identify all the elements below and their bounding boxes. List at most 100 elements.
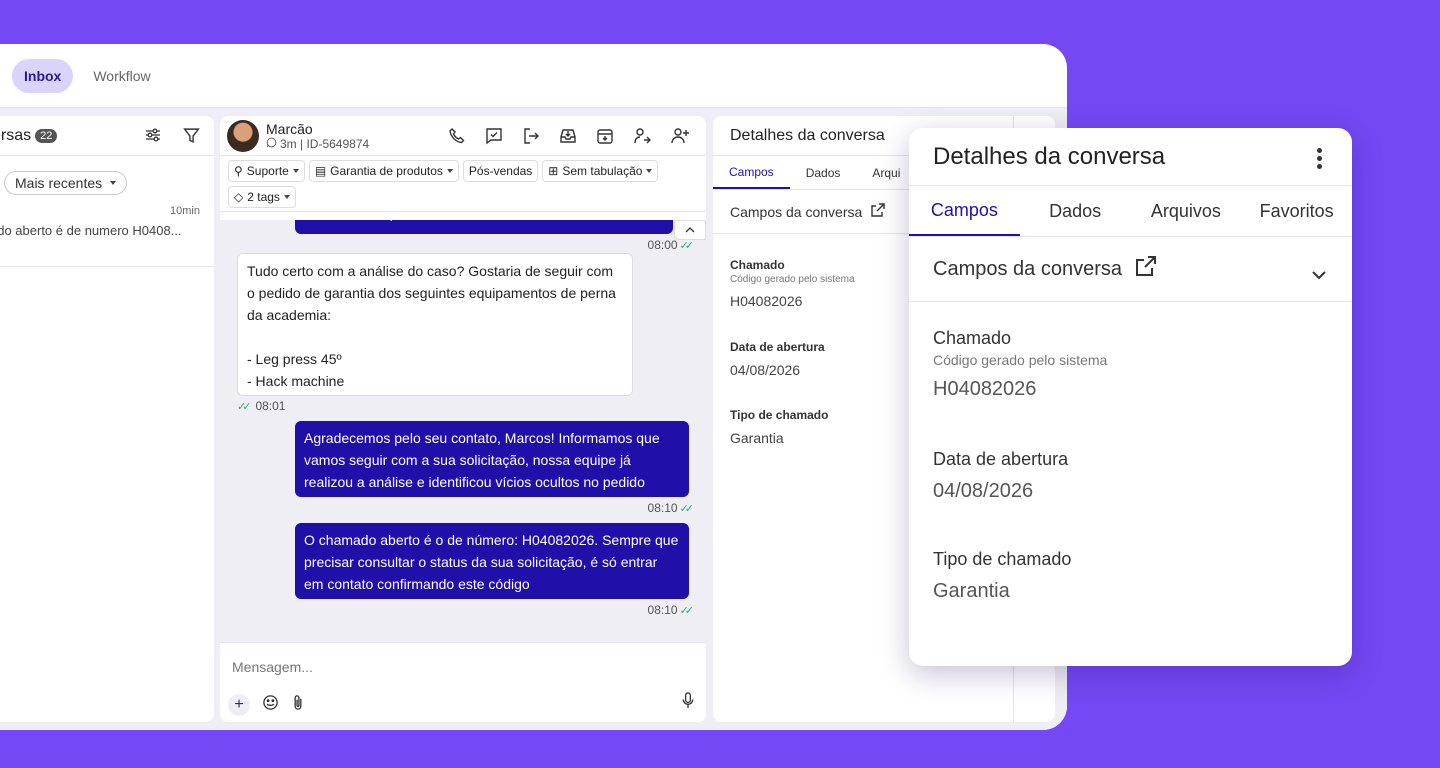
scroll-up-button[interactable] — [674, 220, 706, 240]
chevron-down-icon[interactable] — [1312, 263, 1326, 286]
sort-dropdown[interactable]: Mais recentes — [4, 171, 128, 195]
chat-header: Marcão 3m | ID-5649874 — [220, 116, 706, 156]
time-label: 08:10 — [647, 603, 678, 617]
grid-icon: ⊞ — [548, 164, 559, 178]
read-check-icon: ✓✓ — [679, 502, 695, 515]
archive-icon[interactable] — [596, 127, 614, 150]
message-bubble: Bom dia, campeão! — [295, 220, 673, 234]
more-options-icon[interactable] — [1317, 148, 1322, 169]
card-header: Detalhes da conversa — [909, 128, 1352, 186]
tag-icon: ◇ — [234, 190, 244, 204]
tab-arquivos[interactable]: Arquivos — [1131, 186, 1242, 236]
chevron-down-icon — [110, 181, 117, 185]
field-data-abertura: Data de abertura 04/08/2026 — [730, 340, 825, 378]
field-value: Garantia — [730, 430, 784, 446]
field-tipo: Tipo de chamado Garantia — [730, 408, 828, 446]
microphone-icon[interactable] — [682, 692, 694, 714]
field-value: Garantia — [933, 580, 1010, 602]
field-sub: Código gerado pelo sistema — [933, 352, 1108, 368]
field-label: Data de abertura — [933, 449, 1069, 469]
tag-label: Garantia de produtos — [330, 164, 443, 178]
tab-arquivos[interactable]: Arqui — [856, 156, 916, 189]
field-label: Tipo de chamado — [933, 549, 1072, 569]
count-badge: 22 — [35, 128, 58, 143]
message-bubble: Tudo certo com a análise do caso? Gostar… — [237, 253, 633, 396]
field-label: Chamado — [730, 258, 785, 272]
divider — [0, 266, 214, 267]
transfer-icon[interactable] — [633, 127, 651, 150]
exit-icon[interactable] — [522, 127, 540, 150]
conversation-preview[interactable]: ado aberto é de numero H0408... — [0, 223, 182, 238]
top-navigation: Inbox Workflow — [0, 44, 1067, 108]
message-time: 08:10 ✓✓ — [647, 603, 695, 617]
tag-bar: ⚲ Suporte ▤ Garantia de produtos Pós-ven… — [220, 156, 706, 212]
form-icon: ▤ — [314, 164, 327, 178]
tab-inbox[interactable]: Inbox — [12, 58, 74, 93]
field-value: H04082026 — [933, 378, 1037, 400]
field-chamado: Chamado Código gerado pelo sistema H0408… — [730, 258, 855, 309]
field-label: Tipo de chamado — [730, 408, 829, 422]
tag-label: Sem tabulação — [562, 164, 643, 178]
message-time: 08:10 ✓✓ — [648, 501, 695, 515]
chevron-down-icon — [292, 169, 299, 173]
phone-icon[interactable] — [448, 127, 466, 150]
section-title: Campos da conversa — [933, 257, 1122, 280]
external-link-icon[interactable] — [870, 202, 886, 221]
message-time: ✓✓ 08:01 — [237, 399, 285, 413]
tag-label: Pós-vendas — [468, 164, 533, 178]
card-title: Detalhes da conversa — [933, 142, 1166, 170]
inbox-icon[interactable] — [559, 127, 577, 150]
field-tipo: Tipo de chamado Garantia — [933, 549, 1071, 603]
app-window: Inbox Workflow ersas 22 Mais recentes 10 — [0, 44, 1067, 730]
field-value: H04082026 — [730, 293, 803, 309]
message-list: Bom dia, campeão! 08:00✓✓ Tudo certo com… — [220, 220, 706, 642]
sort-label: Mais recentes — [15, 175, 103, 191]
read-check-icon: ✓✓ — [679, 604, 695, 617]
workspace: ersas 22 Mais recentes 10min ado aberto … — [0, 108, 1067, 730]
card-tabs: Campos Dados Arquivos Favoritos — [909, 186, 1352, 237]
add-user-icon[interactable] — [670, 127, 690, 150]
emoji-icon[interactable] — [262, 694, 279, 716]
chevron-down-icon — [446, 169, 453, 173]
tab-campos[interactable]: Campos — [713, 156, 790, 189]
org-icon: ⚲ — [234, 164, 243, 178]
chevron-down-icon — [646, 169, 653, 173]
tag-pos-vendas[interactable]: Pós-vendas — [462, 160, 539, 182]
chevron-down-icon — [283, 195, 290, 199]
field-label: Data de abertura — [730, 340, 825, 354]
tab-dados[interactable]: Dados — [1020, 186, 1131, 236]
check-message-icon[interactable] — [485, 127, 503, 150]
message-time: 08:00 ✓✓ — [647, 238, 695, 252]
attachment-icon[interactable] — [291, 694, 305, 716]
tab-campos[interactable]: Campos — [909, 186, 1020, 236]
contact-name: Marcão — [266, 120, 313, 137]
details-card: Detalhes da conversa Campos Dados Arquiv… — [909, 128, 1352, 666]
contact-meta: 3m | ID-5649874 — [280, 136, 370, 151]
avatar[interactable] — [227, 119, 259, 152]
tab-favoritos[interactable]: Favoritos — [1241, 186, 1352, 236]
section-header[interactable]: Campos da conversa — [909, 237, 1352, 302]
tag-label: 2 tags — [247, 190, 280, 204]
time-label: 08:01 — [255, 399, 286, 413]
tag-suporte[interactable]: ⚲ Suporte — [228, 160, 305, 182]
message-bubble: O chamado aberto é o de número: H0408202… — [295, 523, 689, 599]
tag-sem-tabulacao[interactable]: ⊞ Sem tabulação — [542, 160, 659, 182]
field-value: 04/08/2026 — [933, 480, 1034, 502]
field-value: 04/08/2026 — [730, 362, 801, 378]
read-check-icon: ✓✓ — [237, 400, 252, 413]
section-title: Campos da conversa — [730, 203, 863, 220]
message-input[interactable]: Mensagem... — [232, 659, 313, 675]
tag-garantia[interactable]: ▤ Garantia de produtos — [308, 160, 459, 182]
field-data-abertura: Data de abertura 04/08/2026 — [933, 449, 1068, 503]
chat-panel: Marcão 3m | ID-5649874 ⚲ Suporte ▤ Garan… — [220, 116, 706, 722]
tag-count[interactable]: ◇ 2 tags — [228, 186, 296, 208]
time-label: 08:00 — [647, 238, 678, 252]
plus-icon[interactable]: + — [228, 694, 250, 716]
sliders-icon[interactable] — [145, 127, 161, 149]
filter-icon[interactable] — [183, 127, 200, 149]
external-link-icon[interactable] — [1134, 254, 1158, 284]
tab-workflow[interactable]: Workflow — [81, 59, 162, 93]
tag-label: Suporte — [246, 164, 289, 178]
tab-dados[interactable]: Dados — [790, 156, 857, 189]
field-chamado: Chamado Código gerado pelo sistema H0408… — [933, 328, 1107, 401]
